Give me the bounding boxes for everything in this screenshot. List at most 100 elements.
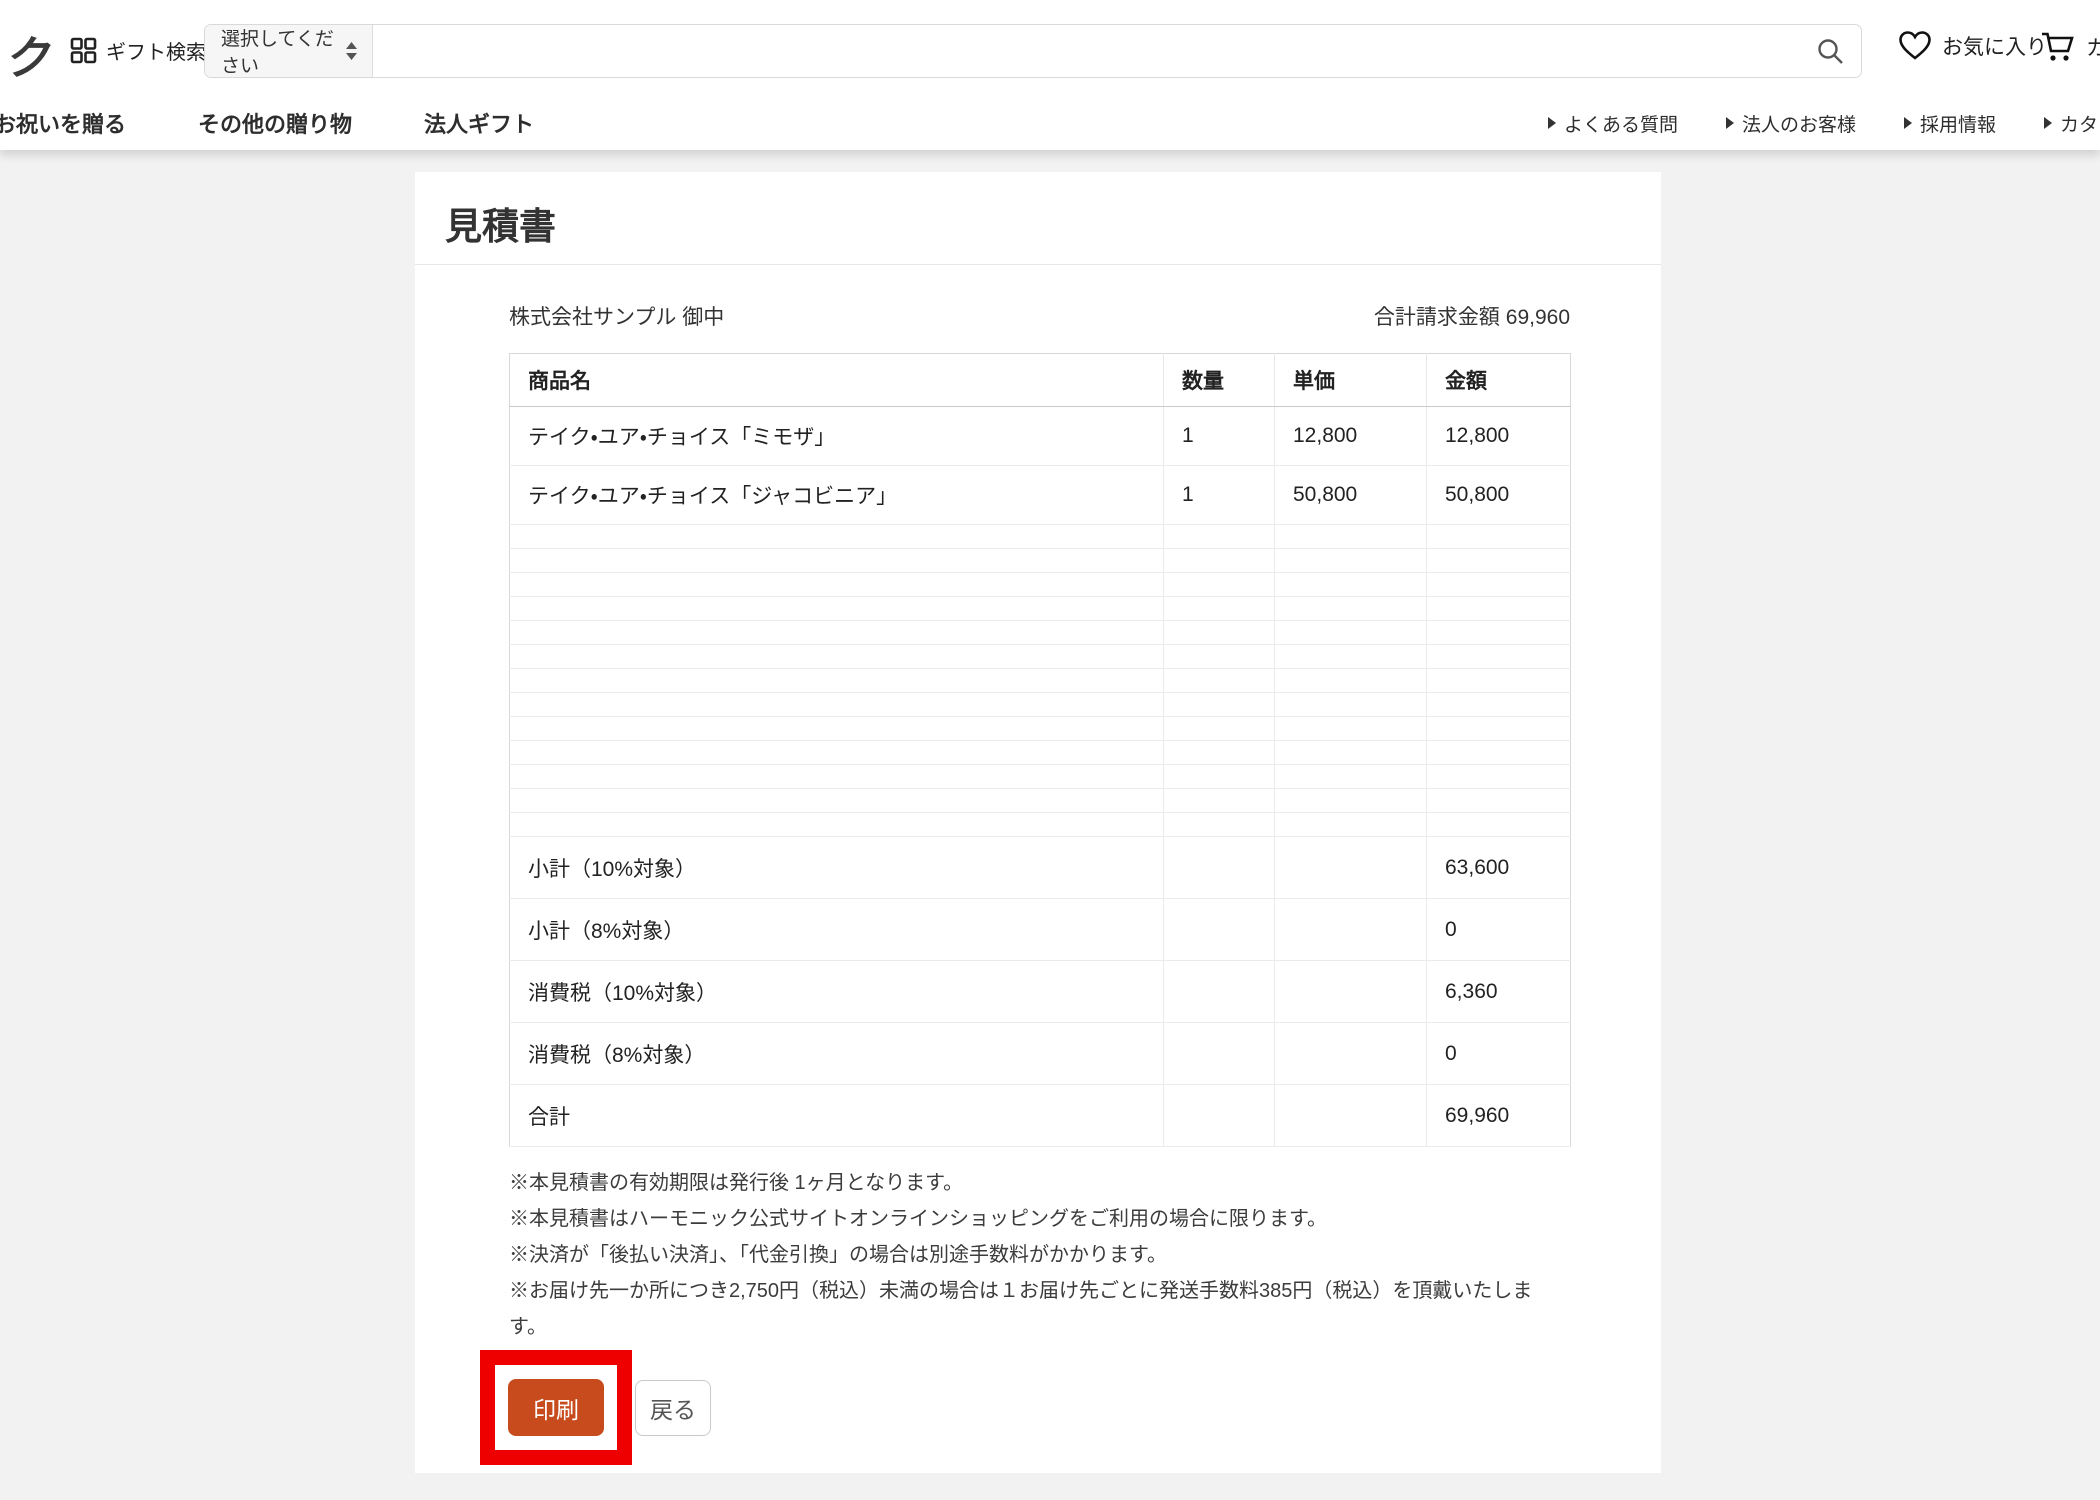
arrow-right-icon [2044,117,2052,129]
product-name-cell [510,549,1164,573]
favorites-button[interactable]: お気に入り [1898,30,2047,61]
note-item: ※お届け先一か所につき2,750円（税込）未満の場合は１お届け先ごとに発送手数料… [509,1273,1570,1345]
table-row: テイク・ユア・チョイス「ジャコビニア」150,80050,800 [510,466,1571,525]
empty-table-row [510,813,1571,837]
product-name-cell: 小計（10%対象） [510,837,1164,899]
product-name-cell: テイク・ユア・チョイス「ミモザ」 [510,407,1164,466]
amount-cell [1427,813,1571,837]
unit-price-cell [1275,549,1427,573]
summary-row: 小計（10%対象） 63,600 [510,837,1571,899]
arrow-right-icon [1548,117,1556,129]
product-name-cell [510,741,1164,765]
quantity-cell [1164,741,1275,765]
unit-price-cell [1275,1023,1427,1085]
cart-button[interactable]: カ [2040,30,2100,63]
site-logo-fragment[interactable]: ク [2,22,60,88]
amount-cell [1427,573,1571,597]
empty-table-row [510,789,1571,813]
gift-search-label: ギフト検索 [106,36,206,65]
amount-cell [1427,741,1571,765]
product-name-cell: 合計 [510,1085,1164,1147]
back-button[interactable]: 戻る [635,1380,711,1436]
unit-price-cell [1275,621,1427,645]
cart-label: カ [2086,32,2100,62]
unit-price-cell: 12,800 [1275,407,1427,466]
amount-cell [1427,693,1571,717]
empty-table-row [510,549,1571,573]
search-input[interactable] [373,25,1799,77]
amount-cell [1427,597,1571,621]
empty-table-row [510,621,1571,645]
category-select-value: 選択してください [221,24,345,78]
column-header-product-name: 商品名 [510,354,1164,407]
search-icon[interactable] [1799,25,1861,77]
quantity-cell: 1 [1164,407,1275,466]
product-name-cell: 小計（8%対象） [510,899,1164,961]
column-header-quantity: 数量 [1164,354,1275,407]
summary-row: 小計（8%対象） 0 [510,899,1571,961]
nav-item-corporate-customers[interactable]: 法人のお客様 [1726,110,1856,137]
print-button[interactable]: 印刷 [508,1379,604,1436]
quantity-cell [1164,597,1275,621]
note-item: ※決済が「後払い決済」、「代金引換」の場合は別途手数料がかかります。 [509,1237,1570,1273]
amount-cell [1427,789,1571,813]
button-row: 印刷 戻る [480,1350,711,1465]
product-name-cell [510,573,1164,597]
nav-item-faq[interactable]: よくある質問 [1548,110,1678,137]
column-header-amount: 金額 [1427,354,1571,407]
search-bar: 選択してください [204,24,1862,78]
nav-item-faq-label: よくある質問 [1564,110,1678,137]
column-header-unit-price: 単価 [1275,354,1427,407]
quantity-cell [1164,899,1275,961]
amount-cell: 6,360 [1427,961,1571,1023]
unit-price-cell [1275,693,1427,717]
amount-cell: 0 [1427,899,1571,961]
addressee: 株式会社サンプル 御中 [509,301,724,331]
unit-price-cell [1275,789,1427,813]
product-name-cell [510,669,1164,693]
quote-table: 商品名 数量 単価 金額 テイク・ユア・チョイス「ミモザ」112,80012,8… [509,353,1571,1147]
note-item: ※本見積書の有効期限は発行後 1ヶ月となります。 [509,1165,1570,1201]
unit-price-cell [1275,813,1427,837]
product-name-cell: 消費税（10%対象） [510,961,1164,1023]
grand-total-label: 合計請求金額 [1374,306,1500,329]
unit-price-cell [1275,669,1427,693]
empty-table-row [510,693,1571,717]
category-select[interactable]: 選択してください [205,25,373,77]
summary-row: 消費税（8%対象）0 [510,1023,1571,1085]
summary-row: 合計69,960 [510,1085,1571,1147]
quantity-cell [1164,621,1275,645]
nav-item-recruit[interactable]: 採用情報 [1904,110,1996,137]
unit-price-cell [1275,837,1427,899]
quantity-cell [1164,813,1275,837]
unit-price-cell [1275,525,1427,549]
quantity-cell [1164,961,1275,1023]
nav-item-celebration-gifts[interactable]: お祝いを贈る [0,107,126,139]
product-name-cell: 消費税（8%対象） [510,1023,1164,1085]
quantity-cell [1164,789,1275,813]
product-name-cell [510,717,1164,741]
notes-list: ※本見積書の有効期限は発行後 1ヶ月となります。※本見積書はハーモニック公式サイ… [509,1165,1570,1345]
amount-cell: 63,600 [1427,837,1571,899]
product-name-cell [510,597,1164,621]
nav-item-catalog-label: カタログ [2060,110,2100,137]
amount-cell [1427,717,1571,741]
site-header: ク ギフト検索 選択してください [0,0,2100,150]
quantity-cell [1164,573,1275,597]
unit-price-cell [1275,573,1427,597]
quantity-cell [1164,837,1275,899]
nav-item-catalog[interactable]: カタログ [2044,110,2100,137]
note-item: ※本見積書はハーモニック公式サイトオンラインショッピングをご利用の場合に限ります… [509,1201,1570,1237]
amount-cell [1427,621,1571,645]
grid-icon [70,37,97,64]
empty-table-row [510,597,1571,621]
arrow-right-icon [1904,117,1912,129]
unit-price-cell [1275,597,1427,621]
empty-table-row [510,669,1571,693]
nav-item-other-gifts[interactable]: その他の贈り物 [198,107,352,139]
nav-item-corporate-gifts[interactable]: 法人ギフト [424,107,534,139]
quantity-cell [1164,525,1275,549]
amount-cell [1427,645,1571,669]
table-header-row: 商品名 数量 単価 金額 [510,354,1571,407]
amount-cell [1427,525,1571,549]
